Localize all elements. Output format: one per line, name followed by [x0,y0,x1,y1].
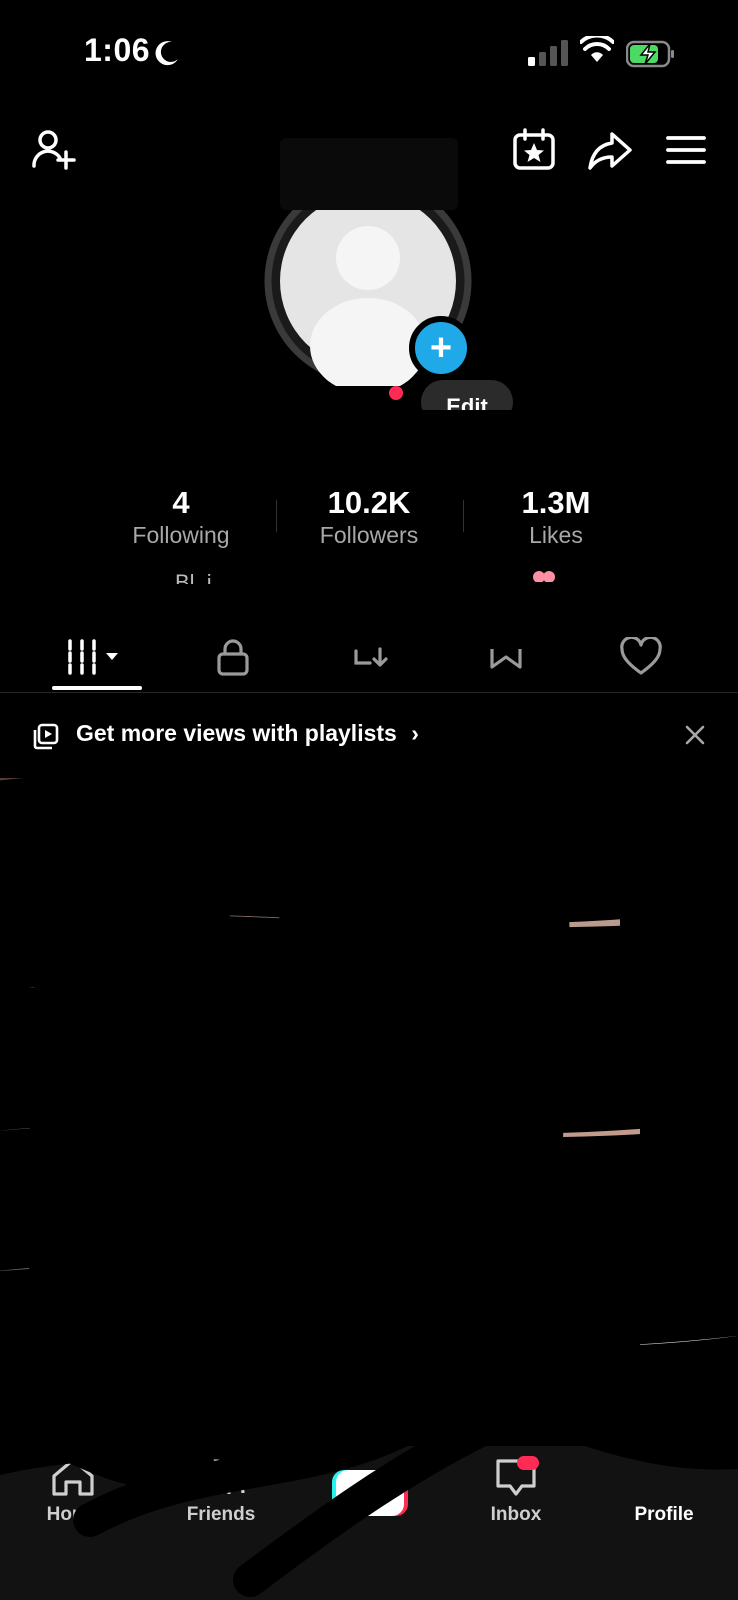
playlist-icon [33,723,59,750]
tab-reposts[interactable] [310,628,430,686]
active-tab-indicator [52,686,142,690]
menu-icon [666,136,706,164]
nav-inbox[interactable]: Inbox [456,1456,576,1526]
stat-following[interactable]: 4 Following [81,486,281,549]
status-time: 1:06 [84,32,151,68]
following-label: Following [132,522,230,548]
following-count: 4 [172,485,190,520]
redacted-video-thumbnails [0,778,738,1446]
followers-label: Followers [319,522,419,548]
redacted-story-overlay [280,138,458,210]
heart-emoji-icon [533,571,555,582]
stat-followers[interactable]: 10.2K Followers [269,486,469,549]
notification-dot [389,386,403,400]
stat-likes[interactable]: 1.3M Likes [456,486,656,549]
creator-calendar-button[interactable] [510,126,558,174]
nav-profile-label: Profile [634,1504,694,1525]
moon-icon [155,41,178,66]
add-avatar-button[interactable]: + [409,316,473,380]
friends-icon [197,1458,245,1495]
bio-text: Bl..i [175,570,212,584]
likes-label: Likes [529,522,583,548]
close-icon[interactable] [682,722,708,748]
inbox-icon [496,1456,539,1496]
likes-count: 1.3M [521,485,591,520]
tab-divider [0,692,738,693]
redaction-mask [360,410,560,440]
bookmark-icon [490,649,522,669]
video-grid[interactable] [0,778,738,1446]
grid-icon [68,639,118,675]
banner-label: Get more views with playlists [76,720,397,746]
followers-count: 10.2K [327,485,411,520]
playlist-banner-text[interactable]: Get more views with playlists › [76,720,419,747]
add-friend-button[interactable] [30,126,78,174]
heart-icon [620,637,662,675]
nav-profile[interactable]: Profile [604,1456,724,1526]
profile-icon [604,1456,724,1498]
home-icon [52,1458,94,1496]
cellular-signal-icon [528,40,568,66]
tab-private[interactable] [173,628,293,686]
tab-videos[interactable] [37,628,157,686]
plus-icon: + [429,327,453,369]
share-arrow-icon [588,132,632,170]
battery-charging-icon [626,40,674,68]
lock-icon [217,639,249,676]
nav-inbox-label: Inbox [490,1504,542,1525]
calendar-star-icon [513,128,555,170]
repost-icon [354,647,388,667]
share-profile-button[interactable] [586,126,634,174]
nav-home-label: Home [46,1504,100,1525]
nav-friends-label: Friends [186,1504,256,1525]
tab-liked[interactable] [581,628,701,686]
chevron-right-icon: › [411,720,419,746]
menu-button[interactable] [662,126,710,174]
create-button[interactable] [332,1468,408,1518]
wifi-icon [580,36,614,62]
add-friend-icon [32,130,76,170]
nav-friends[interactable]: Friends [161,1456,281,1526]
nav-home[interactable]: Home [13,1456,133,1526]
tab-bookmarks[interactable] [446,628,566,686]
